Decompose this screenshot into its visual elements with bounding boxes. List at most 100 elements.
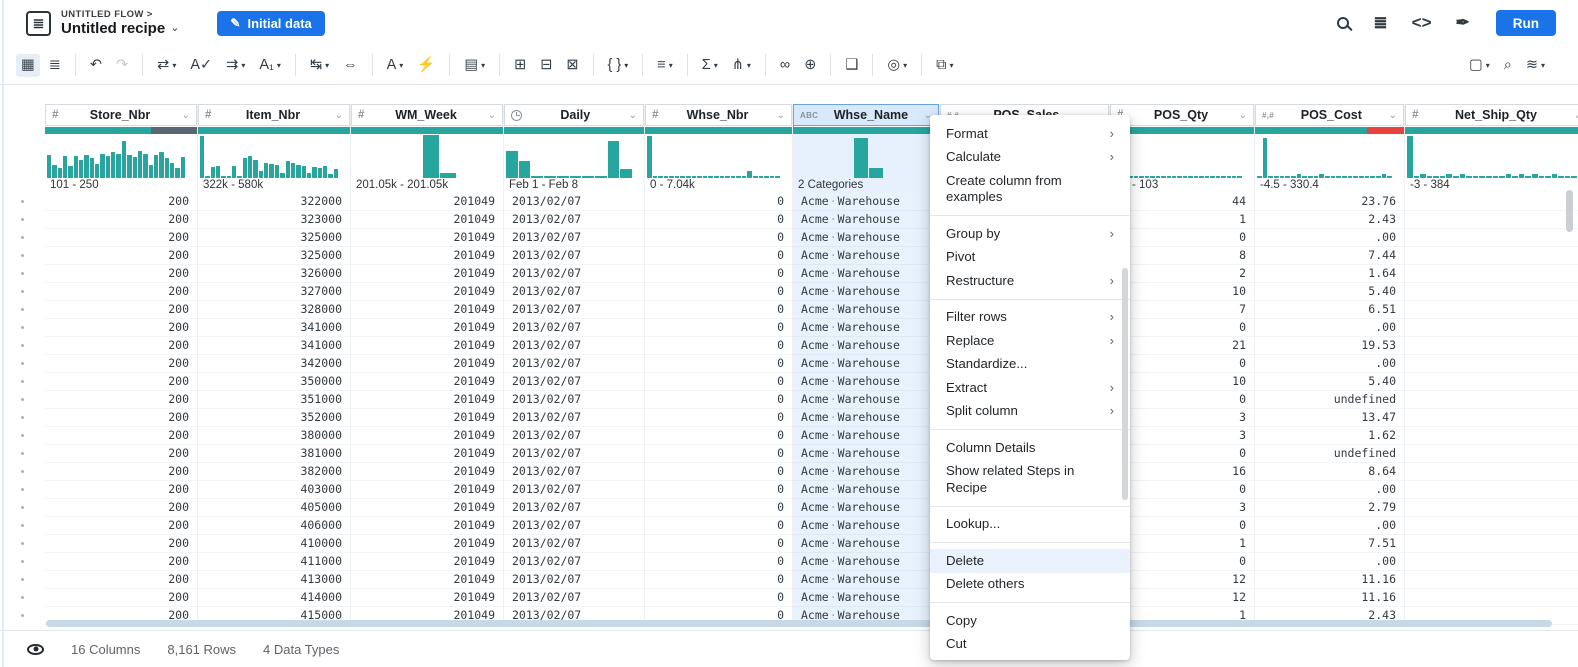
cell[interactable]: 12	[1110, 571, 1254, 589]
cell[interactable]: 201049	[351, 391, 503, 409]
cell[interactable]	[1405, 391, 1578, 409]
histogram-bar[interactable]	[764, 176, 769, 178]
cell[interactable]: 3	[1110, 427, 1254, 445]
menu-item-lookup[interactable]: Lookup...	[930, 513, 1130, 537]
pivot-icon[interactable]: ⊞	[509, 54, 531, 77]
histogram-bar[interactable]	[133, 157, 137, 178]
histogram-bar[interactable]	[759, 176, 764, 178]
histogram-bar[interactable]	[423, 135, 439, 178]
cell[interactable]: 410000	[198, 535, 350, 553]
cell[interactable]	[1405, 373, 1578, 391]
data-quality-bar[interactable]	[198, 127, 350, 134]
cell[interactable]: 201049	[351, 301, 503, 319]
cell[interactable]: 328000	[198, 301, 350, 319]
histogram-bar[interactable]	[720, 176, 725, 178]
histogram-bar[interactable]	[248, 156, 252, 178]
cell[interactable]: .00	[1255, 481, 1404, 499]
union-icon[interactable]: ∞	[775, 54, 795, 77]
histogram-bar[interactable]	[1466, 176, 1472, 178]
histogram-bar[interactable]	[323, 166, 327, 178]
chevron-down-icon[interactable]: ⌄	[1389, 110, 1397, 121]
vertical-scrollbar[interactable]	[1566, 190, 1573, 232]
cell[interactable]: 2013/02/07	[504, 391, 644, 409]
histogram-bar[interactable]	[869, 168, 883, 178]
histogram-bar[interactable]	[63, 156, 67, 178]
aggregate-icon[interactable]: Σ▾	[697, 54, 723, 77]
histogram-bar[interactable]	[1359, 176, 1364, 178]
grid-view-icon[interactable]: ▦	[16, 54, 40, 77]
histogram-bar[interactable]	[253, 160, 257, 178]
cell[interactable]: Acme·Warehouse	[793, 517, 939, 535]
cell[interactable]: Acme·Warehouse	[793, 229, 939, 247]
cell[interactable]: .00	[1255, 229, 1404, 247]
row-handle[interactable]	[21, 506, 24, 509]
menu-item-cut[interactable]: Cut	[930, 633, 1130, 657]
histogram-bar[interactable]	[1336, 176, 1341, 178]
histogram-bar[interactable]	[1506, 174, 1512, 178]
cell[interactable]: 325000	[198, 247, 350, 265]
recipe-title[interactable]: Untitled recipe	[61, 20, 165, 37]
cell[interactable]: Acme·Warehouse	[793, 553, 939, 571]
cell[interactable]: 201049	[351, 427, 503, 445]
histogram-bar[interactable]	[697, 176, 702, 178]
histogram-bar[interactable]	[181, 157, 185, 178]
row-handle[interactable]	[21, 452, 24, 455]
row-handle[interactable]	[21, 614, 24, 617]
extract-column-icon[interactable]: ⇉▾	[221, 54, 250, 77]
horizontal-scrollbar[interactable]	[46, 620, 1552, 627]
histogram-bar[interactable]	[1453, 176, 1459, 178]
cell[interactable]: 201049	[351, 373, 503, 391]
histogram-bar[interactable]	[269, 164, 273, 178]
menu-item-filter-rows[interactable]: Filter rows›	[930, 306, 1130, 330]
histogram-bar[interactable]	[1348, 176, 1353, 178]
column-header-POS_Cost[interactable]: #,#POS_Cost⌄	[1255, 104, 1404, 126]
cell[interactable]: 0	[645, 373, 792, 391]
histogram-bar[interactable]	[1216, 176, 1220, 178]
cell[interactable]: 200	[45, 355, 197, 373]
histogram-bar[interactable]	[506, 151, 518, 178]
cell[interactable]: Acme·Warehouse	[793, 571, 939, 589]
cell[interactable]: 382000	[198, 463, 350, 481]
histogram-bar[interactable]	[259, 171, 263, 178]
cell[interactable]: 2013/02/07	[504, 463, 644, 481]
row-handle[interactable]	[21, 236, 24, 239]
histogram-bar[interactable]	[68, 166, 72, 178]
cell[interactable]: 12	[1110, 589, 1254, 607]
histogram-bar[interactable]	[170, 163, 174, 178]
histogram-bar[interactable]	[211, 167, 215, 178]
cell[interactable]: 200	[45, 499, 197, 517]
cell[interactable]: Acme·Warehouse	[793, 247, 939, 265]
menu-item-format[interactable]: Format›	[930, 122, 1130, 146]
histogram-bar[interactable]	[100, 154, 104, 178]
menu-item-standardize[interactable]: Standardize...	[930, 353, 1130, 377]
histogram-bar[interactable]	[1167, 176, 1171, 178]
cell[interactable]: 2013/02/07	[504, 571, 644, 589]
cell[interactable]: 341000	[198, 337, 350, 355]
cell[interactable]: 2013/02/07	[504, 373, 644, 391]
histogram-bar[interactable]	[753, 176, 758, 178]
cell[interactable]: 0	[645, 319, 792, 337]
row-handle[interactable]	[21, 308, 24, 311]
cell[interactable]: Acme·Warehouse	[793, 373, 939, 391]
cell[interactable]: 8.64	[1255, 463, 1404, 481]
column-header-WM_Week[interactable]: #WM_Week⌄	[351, 104, 503, 126]
histogram-bar[interactable]	[742, 176, 747, 178]
undo-icon[interactable]: ↶	[85, 54, 107, 77]
histogram-bar[interactable]	[854, 138, 868, 178]
histogram-bar[interactable]	[595, 176, 607, 178]
cell[interactable]: 200	[45, 481, 197, 499]
cell[interactable]: 2013/02/07	[504, 283, 644, 301]
cell[interactable]: 2013/02/07	[504, 193, 644, 211]
cell[interactable]	[1405, 409, 1578, 427]
cell[interactable]: 0	[645, 355, 792, 373]
cell[interactable]: 2013/02/07	[504, 211, 644, 229]
replace-values-icon[interactable]: ⇄▾	[152, 54, 181, 77]
row-handle[interactable]	[21, 434, 24, 437]
functions-icon[interactable]: { }▾	[603, 54, 634, 77]
transpose-icon[interactable]: ⊠	[561, 54, 583, 77]
histogram-bar[interactable]	[1319, 174, 1324, 178]
histogram-bar[interactable]	[1565, 176, 1571, 178]
histogram-bar[interactable]	[334, 169, 338, 178]
histogram-bar[interactable]	[1365, 176, 1370, 178]
cell[interactable]: 0	[1110, 517, 1254, 535]
